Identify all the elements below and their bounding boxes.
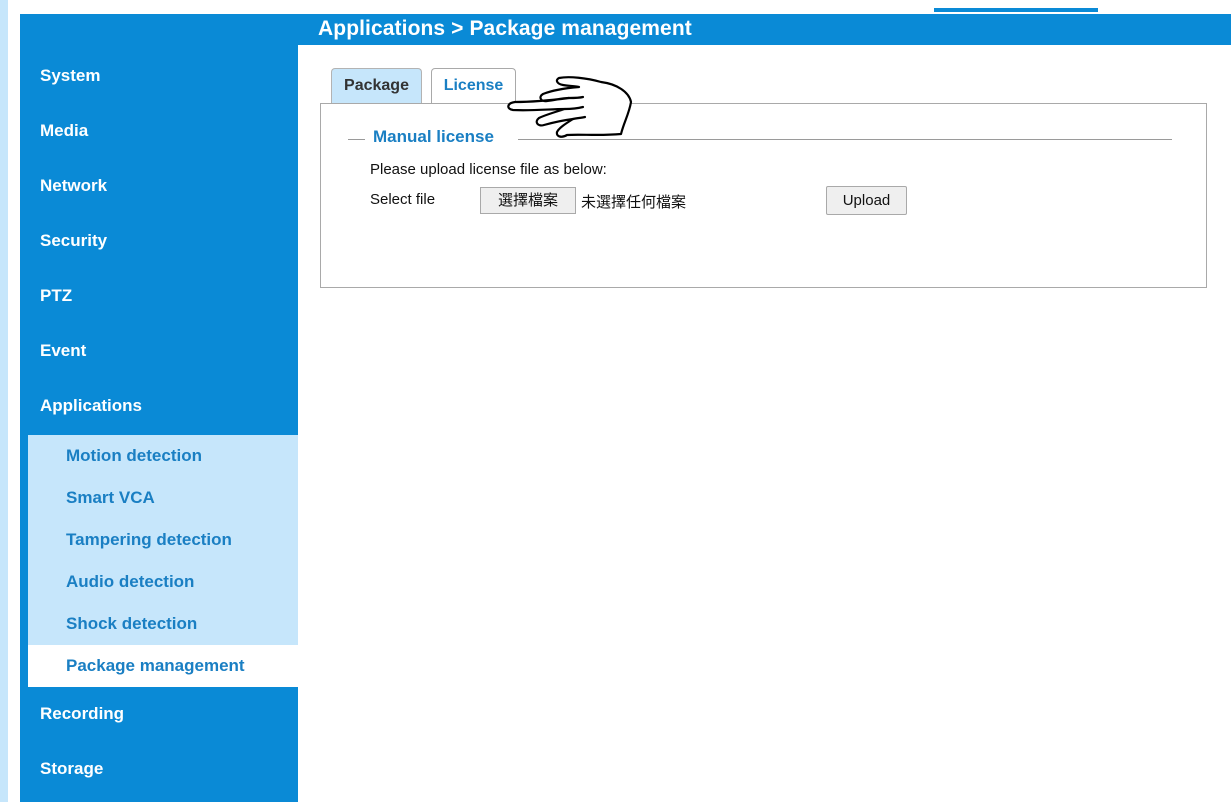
tab-package[interactable]: Package — [331, 68, 422, 103]
fieldset-divider-left — [348, 139, 365, 140]
page-header: Applications > Package management — [20, 14, 1231, 45]
submenu-item-package-management[interactable]: Package management — [28, 645, 298, 687]
submenu-item-tampering-detection[interactable]: Tampering detection — [28, 519, 298, 561]
hand-pointer-icon — [507, 76, 633, 138]
upload-instructions: Please upload license file as below: — [370, 161, 607, 178]
select-file-label: Select file — [370, 191, 436, 208]
sidebar-item-system[interactable]: System — [20, 49, 298, 103]
submenu-item-smart-vca[interactable]: Smart VCA — [28, 477, 298, 519]
upload-button[interactable]: Upload — [826, 186, 907, 215]
submenu-item-shock-detection[interactable]: Shock detection — [28, 603, 298, 645]
file-status-text: 未選擇任何檔案 — [581, 194, 687, 211]
sidebar-item-network[interactable]: Network — [20, 159, 298, 213]
top-gap — [8, 0, 28, 14]
sidebar-item-ptz[interactable]: PTZ — [20, 269, 298, 323]
sidebar-item-storage[interactable]: Storage — [20, 742, 298, 796]
page-title: Applications > Package management — [318, 17, 692, 40]
choose-file-button[interactable]: 選擇檔案 — [480, 187, 576, 214]
sidebar-item-recording[interactable]: Recording — [20, 687, 298, 741]
submenu-item-motion-detection[interactable]: Motion detection — [28, 435, 298, 477]
sidebar-item-event[interactable]: Event — [20, 324, 298, 378]
manual-license-legend: Manual license — [373, 127, 494, 146]
top-tab-marker — [934, 8, 1098, 12]
sidebar: System Media Network Security PTZ Event … — [20, 45, 298, 802]
applications-submenu: Motion detection Smart VCA Tampering det… — [28, 435, 298, 687]
sidebar-item-media[interactable]: Media — [20, 104, 298, 158]
sidebar-item-applications[interactable]: Applications — [20, 379, 298, 433]
sidebar-item-security[interactable]: Security — [20, 214, 298, 268]
submenu-item-audio-detection[interactable]: Audio detection — [28, 561, 298, 603]
left-edge-strip — [0, 0, 8, 802]
